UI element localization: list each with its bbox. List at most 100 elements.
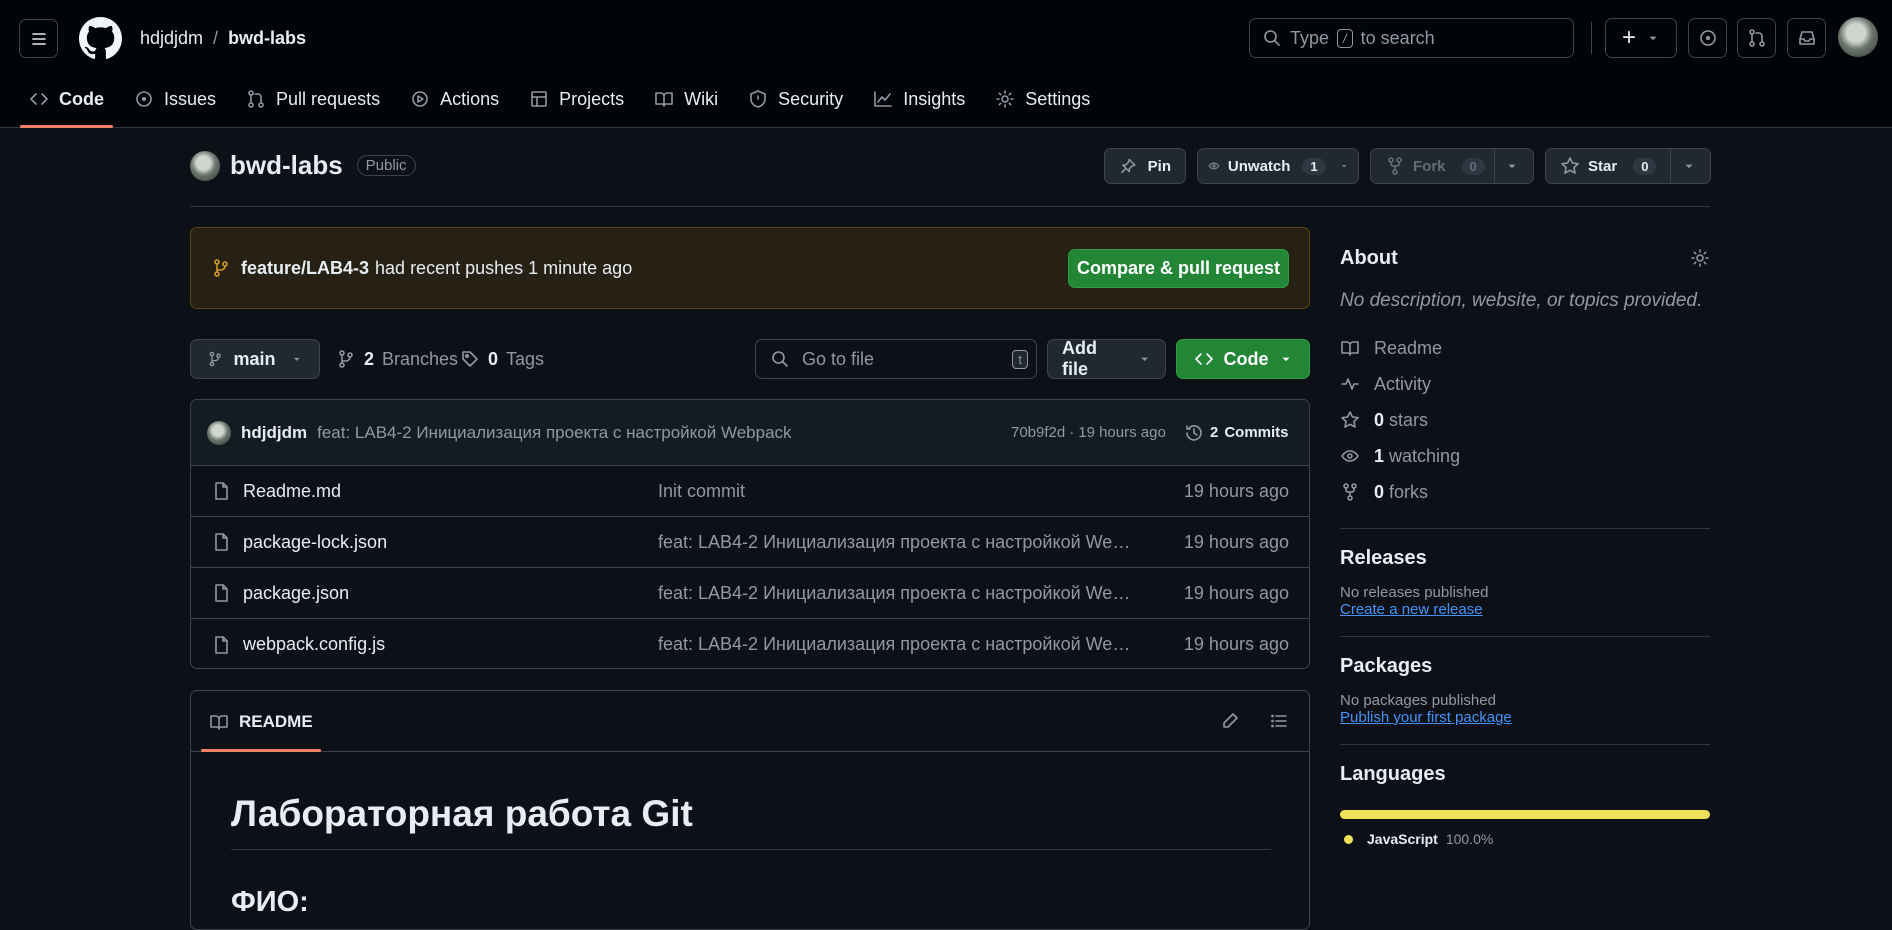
tab-issues[interactable]: Issues xyxy=(125,80,225,118)
breadcrumb-repo[interactable]: bwd-labs xyxy=(228,28,306,49)
file-name[interactable]: webpack.config.js xyxy=(243,634,385,655)
search-input[interactable]: Type / to search xyxy=(1249,18,1574,58)
branches-link[interactable]: 2 Branches xyxy=(336,339,458,379)
branches-label: Branches xyxy=(382,348,459,369)
commits-link[interactable]: 2 Commits xyxy=(1184,423,1289,443)
compare-pull-request-button[interactable]: Compare & pull request xyxy=(1068,249,1289,288)
pull-requests-button[interactable] xyxy=(1737,18,1776,58)
file-name[interactable]: package-lock.json xyxy=(243,532,387,553)
tab-insights[interactable]: Insights xyxy=(864,80,974,118)
pushed-branch-name[interactable]: feature/LAB4-3 xyxy=(241,258,369,279)
user-avatar[interactable] xyxy=(1838,17,1878,57)
unwatch-label: Unwatch xyxy=(1227,157,1291,175)
file-commit-message[interactable]: Init commit xyxy=(658,481,1140,502)
readme-tabbar: README xyxy=(191,691,1309,752)
file-name[interactable]: Readme.md xyxy=(243,481,341,502)
file-commit-time: 19 hours ago xyxy=(1183,582,1289,603)
readme-tab[interactable]: README xyxy=(201,691,321,752)
file-commit-message[interactable]: feat: LAB4-2 Инициализация проекта с нас… xyxy=(658,532,1140,553)
go-to-file-placeholder: Go to file xyxy=(802,348,875,369)
file-commit-message[interactable]: feat: LAB4-2 Инициализация проекта с нас… xyxy=(658,583,1140,604)
file-table: hdjdjdm feat: LAB4-2 Инициализация проек… xyxy=(190,399,1310,669)
tab-projects[interactable]: Projects xyxy=(520,80,633,118)
watching-link[interactable]: 1 watching xyxy=(1340,438,1710,474)
go-to-file-input[interactable]: Go to file t xyxy=(755,339,1037,379)
tab-label: Pull requests xyxy=(276,88,381,109)
commit-author-avatar[interactable] xyxy=(207,420,231,445)
packages-title[interactable]: Packages xyxy=(1340,655,1710,678)
github-logo-icon[interactable] xyxy=(79,17,122,60)
file-row[interactable]: package-lock.json feat: LAB4-2 Инициализа… xyxy=(191,517,1309,568)
tab-label: Settings xyxy=(1025,88,1091,109)
activity-link[interactable]: Activity xyxy=(1340,366,1710,402)
list-icon[interactable] xyxy=(1269,711,1289,731)
tags-link[interactable]: 0 Tags xyxy=(460,339,544,379)
file-row[interactable]: Readme.md Init commit 19 hours ago xyxy=(191,466,1309,517)
unwatch-button[interactable]: Unwatch 1 xyxy=(1197,148,1359,184)
tab-pull-requests[interactable]: Pull requests xyxy=(237,80,389,118)
chevron-down-icon[interactable] xyxy=(1505,159,1519,173)
watch-count: 1 xyxy=(1302,157,1326,175)
tab-actions[interactable]: Actions xyxy=(401,80,508,118)
code-button[interactable]: Code xyxy=(1176,339,1310,379)
eye-icon xyxy=(1341,450,1359,462)
tab-code[interactable]: Code xyxy=(20,80,113,128)
plus-icon: + xyxy=(1621,24,1636,51)
readme-link-label: Readme xyxy=(1374,337,1443,358)
hamburger-icon xyxy=(31,32,46,45)
history-icon xyxy=(1186,424,1202,441)
fork-button[interactable]: Fork 0 xyxy=(1370,148,1534,184)
owner-avatar[interactable] xyxy=(190,151,220,181)
tab-wiki[interactable]: Wiki xyxy=(645,80,727,118)
book-icon xyxy=(655,92,673,107)
issues-button[interactable] xyxy=(1688,18,1727,58)
breadcrumb-owner[interactable]: hdjdjdm xyxy=(140,28,203,49)
add-file-button[interactable]: Add file xyxy=(1047,338,1166,379)
sidebar-divider xyxy=(1340,744,1710,745)
file-icon xyxy=(215,635,228,654)
commit-message[interactable]: feat: LAB4-2 Инициализация проекта с нас… xyxy=(317,423,791,443)
file-icon xyxy=(215,482,228,500)
repo-nav: Code Issues Pull requests Actions Projects Wi… xyxy=(20,80,1111,128)
releases-title[interactable]: Releases xyxy=(1340,547,1710,570)
recent-push-banner: feature/LAB4-3 had recent pushes 1 minut… xyxy=(190,227,1310,309)
tab-label: Security xyxy=(778,88,844,109)
readme-tab-label: README xyxy=(239,711,313,731)
commit-hash[interactable]: 70b9f2d xyxy=(1011,424,1065,441)
star-button[interactable]: Star 0 xyxy=(1545,148,1711,184)
create-new-button[interactable]: + xyxy=(1605,18,1677,58)
file-row[interactable]: webpack.config.js feat: LAB4-2 Инициализа… xyxy=(191,619,1309,668)
pin-button[interactable]: Pin xyxy=(1104,148,1186,184)
fork-count: 0 xyxy=(1461,157,1485,175)
tags-count: 0 xyxy=(488,348,499,369)
book-icon xyxy=(1341,341,1359,356)
chevron-down-icon xyxy=(1140,357,1148,362)
inbox-button[interactable] xyxy=(1787,18,1826,58)
tab-settings[interactable]: Settings xyxy=(986,80,1099,118)
chevron-down-icon[interactable] xyxy=(1682,159,1696,173)
menu-button[interactable] xyxy=(19,19,58,58)
tab-security[interactable]: Security xyxy=(739,80,852,118)
create-release-link[interactable]: Create a new release xyxy=(1340,601,1710,618)
branch-selector[interactable]: main xyxy=(190,339,320,379)
chevron-down-icon xyxy=(294,357,301,361)
repo-name[interactable]: bwd-labs xyxy=(230,150,343,181)
pencil-icon[interactable] xyxy=(1220,711,1240,731)
language-list: JavaScript 100.0% xyxy=(1340,831,1710,847)
file-name[interactable]: package.json xyxy=(243,583,349,604)
tab-label: Issues xyxy=(164,88,217,109)
stars-link[interactable]: 0 stars xyxy=(1340,402,1710,438)
file-row[interactable]: package.json feat: LAB4-2 Инициализация п… xyxy=(191,568,1309,619)
gear-icon[interactable] xyxy=(1690,248,1710,268)
commit-author[interactable]: hdjdjdm xyxy=(241,423,307,443)
language-item[interactable]: JavaScript 100.0% xyxy=(1340,831,1710,847)
language-name: JavaScript xyxy=(1367,831,1438,847)
file-commit-message[interactable]: feat: LAB4-2 Инициализация проекта с нас… xyxy=(658,634,1140,655)
forks-link[interactable]: 0 forks xyxy=(1340,474,1710,510)
publish-package-link[interactable]: Publish your first package xyxy=(1340,709,1710,726)
code-icon xyxy=(30,93,48,105)
file-commit-time: 19 hours ago xyxy=(1183,634,1289,654)
table-icon xyxy=(531,91,547,107)
readme-link[interactable]: Readme xyxy=(1340,330,1710,366)
tab-label: Code xyxy=(59,88,104,109)
